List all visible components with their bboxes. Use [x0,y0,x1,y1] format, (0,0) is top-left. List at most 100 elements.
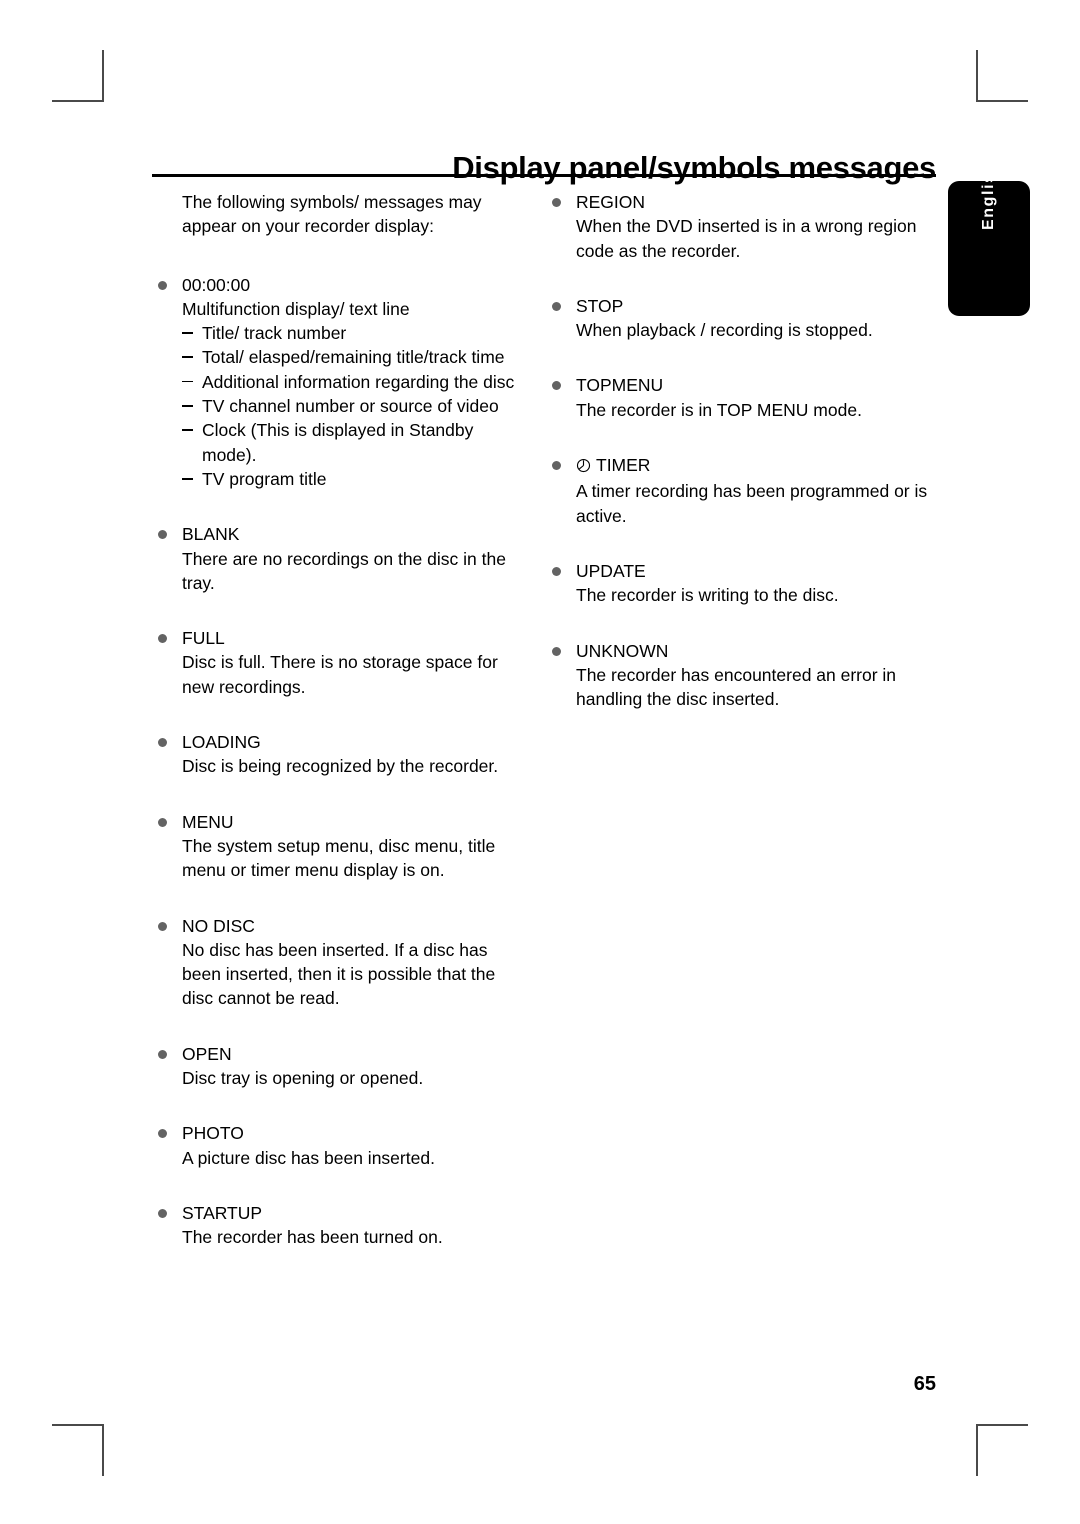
glossary-entry: TOPMENU The recorder is in TOP MENU mode. [549,373,937,422]
intro-paragraph: The following symbols/ messages may appe… [182,192,482,237]
entry-term: STOP [576,294,937,318]
crop-mark-horizontal-line [976,1424,1028,1426]
crop-mark-bottom-left [52,1424,104,1476]
entry-term-label: BLANK [182,524,240,545]
crop-mark-horizontal-line [976,100,1028,102]
sublist-item-label: TV channel number or source of video [202,396,499,417]
bullet-icon [158,530,167,540]
entry-term: TIMER [576,453,937,479]
dash-icon [182,380,193,383]
bullet-icon [552,381,561,391]
entry-term: REGION [576,190,937,214]
bullet-icon [158,1129,167,1139]
entry-term: NO DISC [182,914,527,938]
left-entry-list: 00:00:00 Multifunction display/ text line… [155,273,527,1250]
entry-term-label: TIMER [596,455,651,476]
entry-description: A picture disc has been inserted. [182,1147,435,1168]
sublist-item-label: Clock (This is displayed in Standby mode… [202,420,474,465]
entry-description: No disc has been inserted. If a disc has… [182,939,496,1009]
crop-mark-vertical-line [976,50,978,102]
glossary-entry: REGION When the DVD inserted is in a wron… [549,190,937,263]
entry-sublist: Title/ track number Total/ elasped/remain… [182,321,527,491]
crop-mark-vertical-line [102,50,104,102]
sublist-item-label: Additional information regarding the dis… [202,371,515,392]
dash-icon [182,429,193,431]
sublist-item-label: Total/ elasped/remaining title/track tim… [202,347,505,368]
entry-term-label: FULL [182,628,225,649]
language-tab-label: English [980,161,997,230]
dash-icon [182,405,193,407]
bullet-icon [158,738,167,748]
bullet-icon [552,461,561,471]
entry-term-label: PHOTO [182,1123,244,1144]
entry-description: The recorder has been turned on. [182,1227,443,1248]
entry-description: When the DVD inserted is in a wrong regi… [576,216,917,261]
entry-description: Disc is being recognized by the recorder… [182,756,499,777]
bullet-icon [552,566,561,576]
glossary-entry: STOP When playback / recording is stopped… [549,294,937,343]
crop-mark-horizontal-line [52,1424,104,1426]
entry-term-label: LOADING [182,732,261,753]
entry-term: FULL [182,626,527,650]
entry-term: PHOTO [182,1121,527,1145]
bullet-icon [158,634,167,644]
sublist-item: Total/ elasped/remaining title/track tim… [182,345,527,369]
entry-term-label: OPEN [182,1043,232,1064]
page-title: Display panel/symbols messages [452,149,936,185]
glossary-entry: TIMER A timer recording has been programm… [549,453,937,528]
glossary-entry: BLANK There are no recordings on the disc… [155,522,527,595]
glossary-entry: PHOTO A picture disc has been inserted. [155,1121,527,1170]
entry-description: The recorder is writing to the disc. [576,585,839,606]
entry-term: TOPMENU [576,373,937,397]
entry-term-label: MENU [182,811,234,832]
bullet-icon [158,1049,167,1059]
clock-icon [576,455,591,479]
sublist-item: Additional information regarding the dis… [182,370,527,394]
glossary-entry: OPEN Disc tray is opening or opened. [155,1042,527,1091]
bullet-icon [552,198,561,207]
entry-description: Multifunction display/ text line [182,298,410,319]
entry-term: UPDATE [576,559,937,583]
sublist-item: Title/ track number [182,321,527,345]
bullet-icon [158,817,167,827]
entry-term: STARTUP [182,1201,527,1225]
entry-term-label: NO DISC [182,915,255,936]
sublist-item-label: TV program title [202,468,327,489]
entry-term-label: STOP [576,295,624,316]
entry-description: Disc tray is opening or opened. [182,1068,424,1089]
glossary-entry: LOADING Disc is being recognized by the r… [155,730,527,779]
dash-icon [182,332,193,334]
crop-mark-vertical-line [976,1424,978,1476]
crop-mark-top-left [52,50,104,102]
entry-term: 00:00:00 [182,273,527,297]
entry-description: When playback / recording is stopped. [576,320,873,341]
crop-mark-vertical-line [102,1424,104,1476]
sublist-item: TV channel number or source of video [182,394,527,418]
glossary-entry: UPDATE The recorder is writing to the dis… [549,559,937,608]
entry-term-label: TOPMENU [576,375,664,396]
left-column: The following symbols/ messages may appe… [155,190,527,1250]
dash-icon [182,477,193,480]
entry-term-label: STARTUP [182,1202,263,1223]
title-divider [152,174,936,177]
glossary-entry: UNKNOWN The recorder has encountered an e… [549,639,937,712]
language-tab: English [948,161,1030,316]
entry-description: There are no recordings on the disc in t… [182,548,506,593]
crop-mark-horizontal-line [52,100,104,102]
dash-icon [182,356,193,359]
entry-description: A timer recording has been programmed or… [576,481,928,526]
glossary-entry: FULL Disc is full. There is no storage sp… [155,626,527,699]
bullet-icon [158,280,167,290]
entry-description: The system setup menu, disc menu, title … [182,835,496,881]
glossary-entry: MENU The system setup menu, disc menu, ti… [155,810,527,883]
sublist-item: TV program title [182,467,527,491]
entry-term: LOADING [182,730,527,754]
entry-term: UNKNOWN [576,639,937,663]
entry-term-label: UPDATE [576,560,646,581]
clock-icon-svg [576,459,591,473]
bullet-icon [158,921,167,931]
entry-description: The recorder is in TOP MENU mode. [576,399,862,420]
sublist-item-label: Title/ track number [202,323,347,344]
bullet-icon [552,646,561,656]
glossary-entry: 00:00:00 Multifunction display/ text line… [155,273,527,492]
